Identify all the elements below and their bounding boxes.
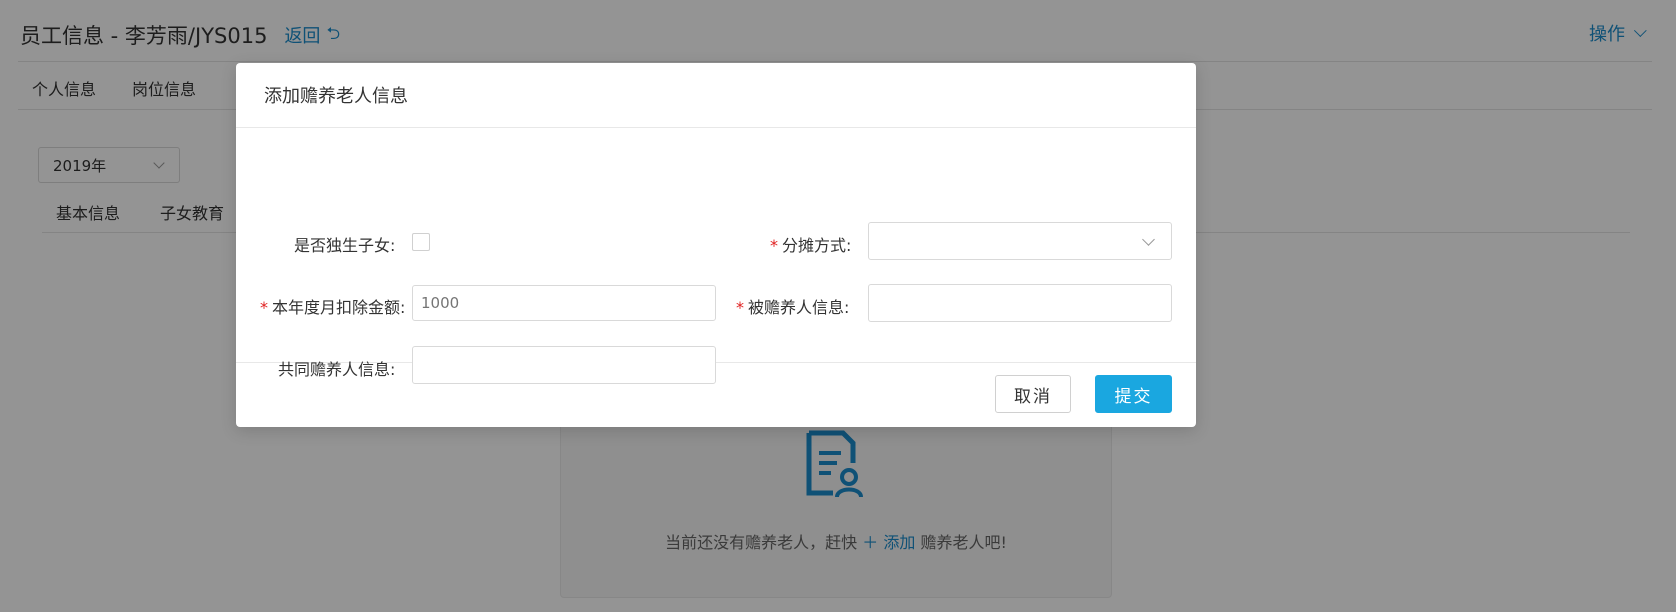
allocation-label-text: 分摊方式: [782, 236, 852, 255]
add-elder-modal: 添加赡养老人信息 是否独生子女: *分摊方式: *本年度月扣除金额: *被赡养人… [236, 63, 1196, 427]
allocation-select[interactable] [868, 222, 1172, 260]
modal-body: 是否独生子女: *分摊方式: *本年度月扣除金额: *被赡养人信息: 共同赡养人… [236, 128, 1196, 384]
supported-person-label-text: 被赡养人信息: [748, 298, 850, 317]
page-root: 员工信息 - 李芳雨/JYS015 返回 ⮌ 操作 个人信息 岗位信息 2019… [0, 0, 1676, 612]
modal-footer: 取消 提交 [236, 363, 1196, 426]
submit-button[interactable]: 提交 [1095, 375, 1172, 413]
monthly-deduction-input[interactable] [412, 285, 716, 321]
monthly-deduction-label-text: 本年度月扣除金额: [272, 298, 406, 317]
only-child-checkbox[interactable] [412, 233, 430, 251]
required-mark: * [260, 298, 268, 317]
monthly-deduction-label: * 本年度月扣除金额: [260, 294, 405, 318]
cancel-button[interactable]: 取消 [995, 375, 1071, 413]
modal-title: 添加赡养老人信息 [264, 86, 408, 107]
required-mark: * [770, 236, 778, 255]
allocation-label: * 分摊方式: [770, 232, 851, 256]
supported-person-label: * 被赡养人信息: [736, 294, 849, 318]
supported-person-input[interactable] [868, 284, 1172, 322]
required-mark: * [736, 298, 744, 317]
only-child-label: 是否独生子女: [294, 236, 396, 255]
modal-header: 添加赡养老人信息 [236, 63, 1196, 128]
chevron-down-icon [1142, 233, 1155, 246]
